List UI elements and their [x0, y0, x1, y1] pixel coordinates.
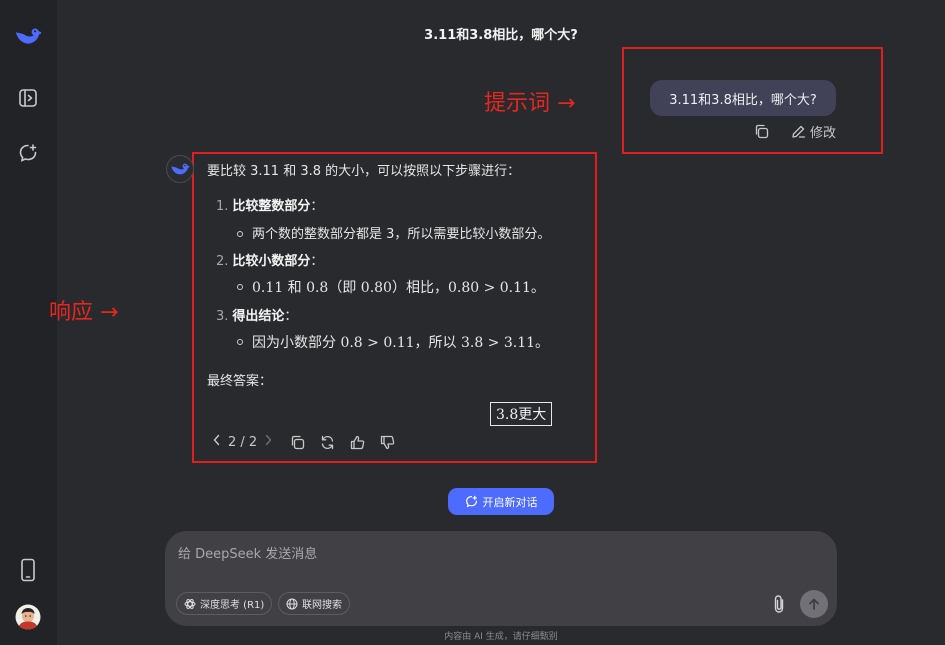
response-intro: 要比较 3.11 和 3.8 的大小，可以按照以下步骤进行： [207, 164, 521, 179]
step-item: 1. 比较整数部分： [216, 195, 323, 214]
user-avatar[interactable] [14, 603, 42, 631]
conversation-title: 3.11和3.8相比，哪个大? [424, 28, 578, 43]
step-number: 1. [216, 199, 229, 214]
prev-response-button[interactable] [212, 434, 221, 450]
globe-icon [286, 598, 298, 609]
final-answer-label: 最终答案： [207, 374, 273, 389]
response-annotation-label: 响应 → [49, 300, 119, 325]
prompt-annotation-label: 提示词 → [484, 91, 576, 116]
bullet-dot [237, 230, 243, 237]
bullet-dot [237, 339, 243, 345]
new-chat-icon [465, 495, 477, 508]
open-sidebar-icon[interactable] [14, 84, 42, 112]
web-search-toggle[interactable]: 联网搜索 [278, 592, 350, 615]
paperclip-icon [774, 595, 784, 613]
copy-icon [291, 435, 304, 449]
response-actions: 2 / 2 [212, 432, 409, 452]
step-title: 得出结论 [232, 309, 285, 324]
new-chat-button[interactable]: 开启新对话 [448, 488, 554, 515]
attach-file-button[interactable] [768, 593, 790, 615]
new-chat-icon[interactable] [14, 139, 42, 167]
atom-icon [184, 598, 196, 609]
chevron-left-icon [213, 434, 220, 446]
like-button[interactable] [349, 434, 365, 450]
step-item: 3. 得出结论： [216, 305, 297, 324]
step-colon: ： [310, 199, 324, 214]
message-input-box[interactable]: 给 DeepSeek 发送消息 深度思考 (R1) 联网搜索 [165, 531, 837, 626]
message-input[interactable]: 给 DeepSeek 发送消息 [178, 543, 317, 562]
chat-main: 3.11和3.8相比，哪个大? 3.11和3.8相比，哪个大? 修改 提示词 →… [49, 0, 945, 645]
arrow-up-icon [809, 598, 819, 610]
web-search-label: 联网搜索 [302, 600, 342, 611]
regenerate-button[interactable] [319, 434, 335, 450]
deepseek-logo-icon[interactable] [14, 22, 42, 50]
mobile-app-icon[interactable] [14, 556, 42, 584]
prompt-annotation-box [622, 47, 883, 154]
new-chat-label: 开启新对话 [482, 495, 538, 509]
refresh-icon [321, 435, 333, 449]
step-colon: ： [284, 309, 298, 324]
step-bullet: 0.11 和 0.8（即 0.80）相比，0.80 > 0.11。 [237, 277, 545, 297]
bullet-text: 0.11 和 0.8（即 0.80）相比，0.80 > 0.11。 [252, 280, 545, 296]
step-title: 比较整数部分 [232, 199, 311, 214]
chevron-right-icon [265, 434, 272, 446]
deep-think-toggle[interactable]: 深度思考 (R1) [176, 592, 273, 615]
ai-disclaimer: 内容由 AI 生成，请仔细甄别 [444, 632, 558, 642]
assistant-avatar [166, 155, 194, 183]
response-pager: 2 / 2 [212, 434, 273, 450]
step-title: 比较小数部分 [232, 254, 311, 269]
pager-text: 2 / 2 [228, 434, 258, 450]
send-button[interactable] [800, 590, 828, 618]
next-response-button[interactable] [264, 434, 273, 450]
step-item: 2. 比较小数部分： [216, 250, 323, 269]
dislike-button[interactable] [379, 434, 395, 450]
final-answer-boxed: 3.8更大 [490, 402, 553, 426]
deepseek-whale-icon [171, 163, 190, 175]
bullet-text: 两个数的整数部分都是 3，所以需要比较小数部分。 [252, 227, 551, 242]
thumbs-up-icon [350, 435, 364, 449]
step-bullet: 因为小数部分 0.8 > 0.11，所以 3.8 > 3.11。 [237, 332, 549, 352]
thumbs-down-icon [380, 435, 394, 449]
step-colon: ： [310, 254, 324, 269]
step-number: 3. [216, 309, 229, 324]
bullet-text: 因为小数部分 0.8 > 0.11，所以 3.8 > 3.11。 [252, 335, 550, 351]
copy-response-button[interactable] [289, 434, 305, 450]
step-bullet: 两个数的整数部分都是 3，所以需要比较小数部分。 [237, 223, 550, 242]
step-number: 2. [216, 254, 229, 269]
deep-think-label: 深度思考 (R1) [200, 600, 265, 611]
bullet-dot [237, 284, 243, 290]
